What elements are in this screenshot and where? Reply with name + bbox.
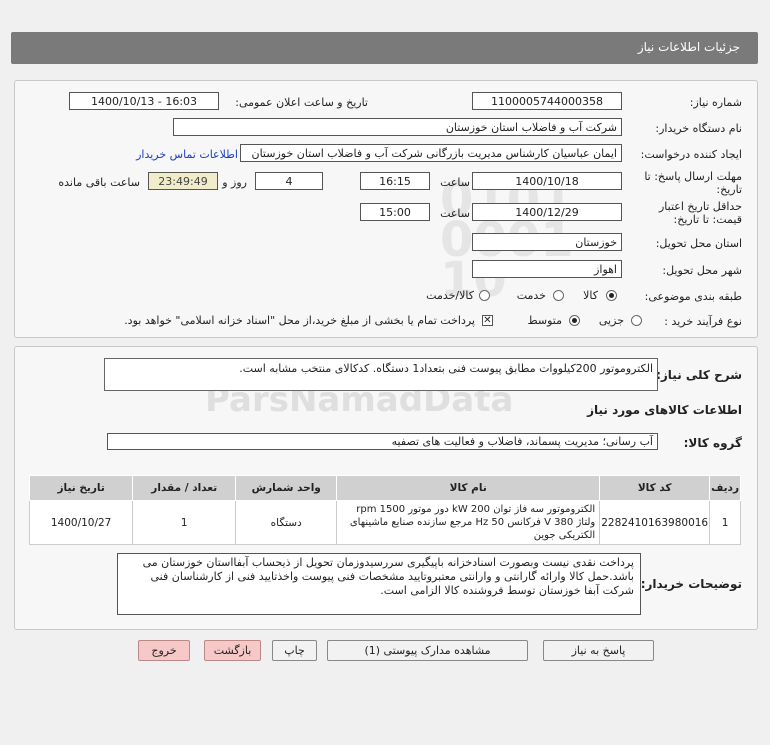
city-field: اهواز bbox=[472, 260, 622, 278]
deadline-time-label: ساعت bbox=[440, 176, 470, 189]
category-label: طبقه بندی موضوعی: bbox=[644, 290, 742, 303]
row-qty: 1 bbox=[132, 500, 237, 545]
process-option-medium: متوسط bbox=[527, 314, 562, 327]
creator-label: ایجاد کننده درخواست: bbox=[640, 148, 742, 161]
exit-button[interactable]: خروج bbox=[138, 640, 190, 661]
category-option-goods-service: کالا/خدمت bbox=[426, 289, 474, 302]
row-code: 2282410163980016 bbox=[599, 500, 711, 545]
print-button[interactable]: چاپ bbox=[272, 640, 317, 661]
goods-group-label: گروه کالا: bbox=[683, 436, 742, 450]
days-field: 4 bbox=[255, 172, 323, 190]
goods-group-field: آب رسانی؛ مدیریت پسماند، فاضلاب و فعالیت… bbox=[107, 433, 658, 450]
province-field: خوزستان bbox=[472, 233, 622, 251]
need-number-label: شماره نیاز: bbox=[689, 96, 742, 109]
remaining-label: ساعت باقی مانده bbox=[58, 176, 140, 189]
payment-note: پرداخت تمام یا بخشی از مبلغ خرید،از محل … bbox=[124, 314, 475, 327]
row-name: الکتروموتور سه فاز توان 200 kW دور موتور… bbox=[336, 500, 601, 545]
category-radio-goods-service[interactable] bbox=[479, 290, 490, 301]
row-unit: دستگاه bbox=[235, 500, 338, 545]
col-index: ردیف bbox=[709, 475, 741, 501]
col-unit: واحد شمارش bbox=[235, 475, 338, 501]
col-code: کد کالا bbox=[599, 475, 711, 501]
deadline-date-field: 1400/10/18 bbox=[472, 172, 622, 190]
col-date: تاریخ نیاز bbox=[28, 475, 134, 501]
deadline-label: مهلت ارسال پاسخ: تا تاریخ: bbox=[644, 170, 742, 196]
summary-label: شرح کلی نیاز: bbox=[656, 368, 742, 382]
creator-field: ایمان عباسیان کارشناس مدیریت بازرگانی شر… bbox=[240, 144, 622, 162]
remaining-time-field: 23:49:49 bbox=[148, 172, 218, 190]
process-radio-medium[interactable] bbox=[569, 315, 580, 326]
announce-label: تاریخ و ساعت اعلان عمومی: bbox=[235, 96, 368, 109]
treasury-checkbox[interactable]: ✕ bbox=[482, 315, 493, 326]
page-header: جزئیات اطلاعات نیاز bbox=[11, 32, 758, 64]
goods-section-title: اطلاعات کالاهای مورد نیاز bbox=[587, 403, 742, 417]
city-label: شهر محل تحویل: bbox=[662, 264, 742, 277]
process-radio-minor[interactable] bbox=[631, 315, 642, 326]
buyer-notes-label: توضیحات خریدار: bbox=[640, 577, 742, 591]
need-number-field: 1100005744000358 bbox=[472, 92, 622, 110]
goods-table-header: ردیف کد کالا نام کالا واحد شمارش تعداد /… bbox=[28, 475, 741, 501]
row-index: 1 bbox=[709, 500, 741, 545]
validity-time-label: ساعت bbox=[440, 207, 470, 220]
validity-label: حداقل تاریخ اعتبار قیمت: تا تاریخ: bbox=[658, 200, 742, 226]
process-label: نوع فرآیند خرید : bbox=[664, 315, 742, 328]
buyer-label: نام دستگاه خریدار: bbox=[655, 122, 742, 135]
process-option-minor: جزیی bbox=[598, 314, 624, 327]
validity-date-field: 1400/12/29 bbox=[472, 203, 622, 221]
col-name: نام کالا bbox=[336, 475, 601, 501]
goods-table: ردیف کد کالا نام کالا واحد شمارش تعداد /… bbox=[28, 475, 741, 545]
row-date: 1400/10/27 bbox=[28, 500, 134, 545]
deadline-time-field: 16:15 bbox=[360, 172, 430, 190]
category-option-goods: کالا bbox=[583, 289, 598, 302]
summary-field: الکتروموتور 200کیلووات مطابق پیوست فنی ب… bbox=[104, 358, 658, 391]
category-option-service: خدمت bbox=[516, 289, 546, 302]
table-row: 1 2282410163980016 الکتروموتور سه فاز تو… bbox=[28, 500, 741, 545]
category-radio-goods[interactable] bbox=[606, 290, 617, 301]
col-qty: تعداد / مقدار bbox=[132, 475, 237, 501]
reply-button[interactable]: پاسخ به نیاز bbox=[543, 640, 654, 661]
validity-time-field: 15:00 bbox=[360, 203, 430, 221]
days-label: روز و bbox=[222, 176, 247, 189]
page-title: جزئیات اطلاعات نیاز bbox=[637, 40, 740, 54]
province-label: استان محل تحویل: bbox=[655, 237, 742, 250]
category-radio-service[interactable] bbox=[553, 290, 564, 301]
buyer-notes-field: پرداخت نقدی نیست وبصورت اسنادخزانه باپیگ… bbox=[117, 553, 641, 615]
back-button[interactable]: بازگشت bbox=[204, 640, 261, 661]
buyer-field: شرکت آب و فاضلاب استان خوزستان bbox=[173, 118, 622, 136]
view-attachments-button[interactable]: مشاهده مدارک پیوستی (1) bbox=[327, 640, 528, 661]
announce-field: 1400/10/13 - 16:03 bbox=[69, 92, 219, 110]
contact-buyer-link[interactable]: اطلاعات تماس خریدار bbox=[136, 148, 238, 161]
